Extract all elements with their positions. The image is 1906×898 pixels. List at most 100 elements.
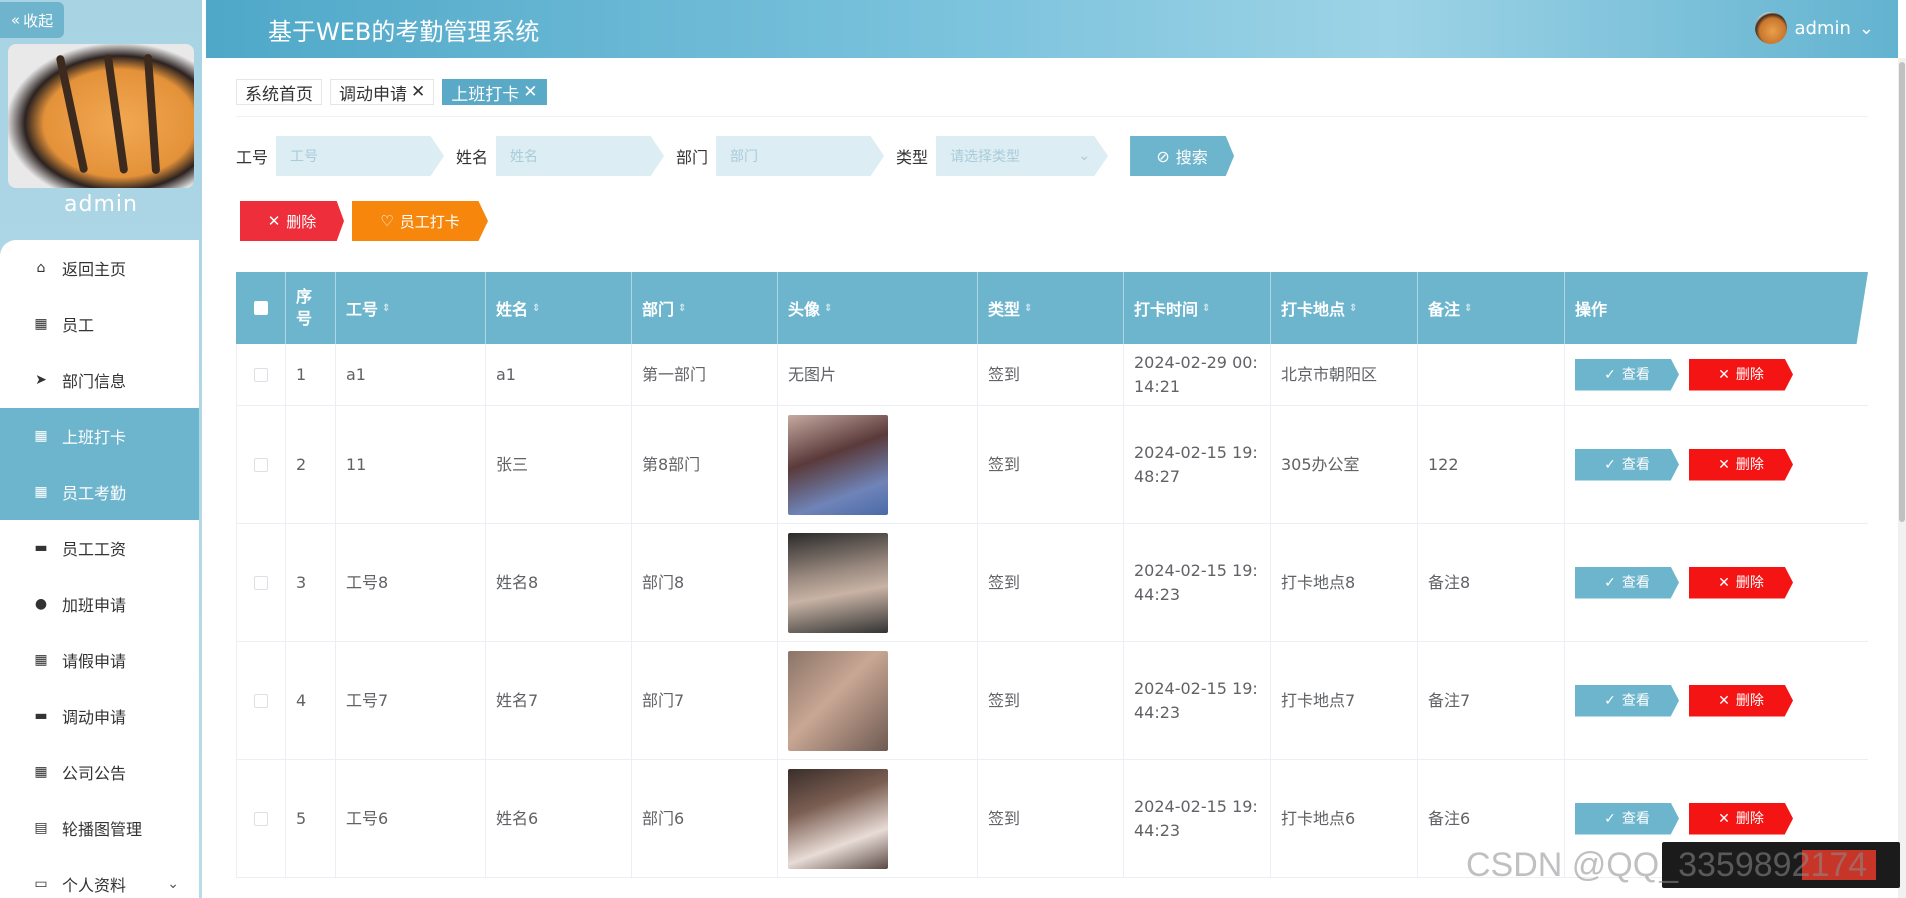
user-menu[interactable]: admin ⌄ bbox=[1754, 12, 1874, 44]
input-placeholder: 工号 bbox=[290, 149, 319, 165]
user-name: admin bbox=[1794, 17, 1851, 39]
col-time[interactable]: 打卡时间 ⇕ bbox=[1124, 272, 1271, 344]
view-button[interactable]: ✓ 查看 bbox=[1575, 448, 1679, 481]
time-text: 2024-02-15 19:44:23 bbox=[1134, 796, 1258, 840]
sort-icon[interactable]: ⇕ bbox=[1202, 303, 1210, 314]
row-checkbox[interactable] bbox=[254, 457, 268, 472]
sidebar-item-overtime[interactable]: ● 加班申请 bbox=[0, 576, 199, 632]
tab-divider bbox=[236, 116, 1868, 117]
close-icon: ✕ bbox=[1718, 692, 1730, 709]
sort-icon[interactable]: ⇕ bbox=[1464, 303, 1472, 314]
col-id[interactable]: 工号 ⇕ bbox=[336, 272, 486, 344]
cell-type: 签到 bbox=[978, 760, 1124, 877]
sidebar-item-label: 个人资料 bbox=[62, 876, 127, 895]
delete-button[interactable]: ✕ 删除 bbox=[1689, 448, 1793, 481]
cell-name: 姓名8 bbox=[486, 524, 632, 641]
close-icon[interactable]: ✕ bbox=[411, 82, 425, 102]
close-icon: ✕ bbox=[1718, 456, 1730, 473]
top-header: 基于WEB的考勤管理系统 admin ⌄ bbox=[206, 0, 1898, 58]
sidebar-item-carousel[interactable]: ▤ 轮播图管理 bbox=[0, 800, 199, 856]
select-all-checkbox[interactable] bbox=[253, 301, 268, 315]
sidebar-item-salary[interactable]: ▬ 员工工资 bbox=[0, 520, 199, 576]
header-label: 头像 bbox=[788, 300, 821, 319]
cell-no: 2 bbox=[286, 406, 336, 523]
col-name[interactable]: 姓名 ⇕ bbox=[486, 272, 632, 344]
sort-icon[interactable]: ⇕ bbox=[1349, 303, 1357, 314]
table-row: 1 a1 a1 第一部门 无图片 签到 2024-02-29 00:14:21 … bbox=[236, 344, 1868, 406]
view-button[interactable]: ✓ 查看 bbox=[1575, 358, 1679, 391]
row-checkbox[interactable] bbox=[254, 367, 268, 382]
employee-clock-in-button[interactable]: ♡ 员工打卡 bbox=[352, 201, 488, 241]
header-label: 姓名 bbox=[496, 300, 529, 319]
sidebar-item-label: 部门信息 bbox=[62, 372, 127, 391]
header-label: 打卡地点 bbox=[1281, 300, 1346, 319]
sidebar-item-clock-in[interactable]: ▦ 上班打卡 bbox=[0, 408, 199, 464]
id-search-input[interactable]: 工号 bbox=[276, 136, 445, 176]
sidebar-item-employee[interactable]: ▦ 员工 bbox=[0, 296, 199, 352]
delete-button[interactable]: ✕ 删除 bbox=[1689, 802, 1793, 835]
row-checkbox[interactable] bbox=[254, 575, 268, 590]
check-icon: ✓ bbox=[1604, 366, 1616, 383]
view-button[interactable]: ✓ 查看 bbox=[1575, 684, 1679, 717]
close-icon: ✕ bbox=[1718, 810, 1730, 827]
tab-clock-in[interactable]: 上班打卡 ✕ bbox=[442, 79, 547, 105]
button-label: 查看 bbox=[1621, 366, 1650, 383]
sidebar-item-profile[interactable]: ▭ 个人资料 ⌄ bbox=[0, 856, 199, 898]
col-place[interactable]: 打卡地点 ⇕ bbox=[1271, 272, 1418, 344]
delete-button[interactable]: ✕ 删除 bbox=[1689, 684, 1793, 717]
input-placeholder: 姓名 bbox=[510, 149, 539, 165]
cell-photo bbox=[778, 524, 978, 641]
time-text: 2024-02-15 19:48:27 bbox=[1134, 442, 1258, 486]
select-placeholder: 请选择类型 bbox=[950, 149, 1021, 165]
cell-dept: 第一部门 bbox=[632, 344, 778, 405]
close-icon: ✕ bbox=[1718, 574, 1730, 591]
view-button[interactable]: ✓ 查看 bbox=[1575, 566, 1679, 599]
col-dept[interactable]: 部门 ⇕ bbox=[632, 272, 778, 344]
sort-icon[interactable]: ⇕ bbox=[678, 303, 686, 314]
delete-button[interactable]: ✕ 删除 bbox=[1689, 566, 1793, 599]
row-checkbox[interactable] bbox=[254, 693, 268, 708]
sidebar-item-leave[interactable]: ▦ 请假申请 bbox=[0, 632, 199, 688]
header-label: 部门 bbox=[642, 300, 675, 319]
close-icon[interactable]: ✕ bbox=[523, 82, 537, 102]
sidebar-item-transfer[interactable]: ▬ 调动申请 bbox=[0, 688, 199, 744]
close-icon: ✕ bbox=[267, 212, 281, 230]
grid-icon: ▦ bbox=[34, 316, 48, 332]
sort-icon[interactable]: ⇕ bbox=[532, 303, 540, 314]
sidebar-item-department[interactable]: ➤ 部门信息 bbox=[0, 352, 199, 408]
cell-no: 3 bbox=[286, 524, 336, 641]
dept-search-input[interactable]: 部门 bbox=[716, 136, 885, 176]
view-button[interactable]: ✓ 查看 bbox=[1575, 802, 1679, 835]
tab-transfer[interactable]: 调动申请 ✕ bbox=[330, 79, 435, 105]
col-note[interactable]: 备注 ⇕ bbox=[1418, 272, 1565, 344]
table-header: 序号 工号 ⇕ 姓名 ⇕ 部门 ⇕ 头像 ⇕ 类型 ⇕ 打卡时间 ⇕ 打卡地点 ⇕ 备注 ⇕ 操… bbox=[236, 272, 1868, 344]
time-text: 2024-02-29 00:14:21 bbox=[1134, 352, 1258, 396]
col-type[interactable]: 类型 ⇕ bbox=[978, 272, 1124, 344]
select-all-header bbox=[236, 272, 286, 344]
type-select[interactable]: 请选择类型 ⌄ bbox=[936, 136, 1109, 176]
sort-icon[interactable]: ⇕ bbox=[382, 303, 390, 314]
cell-dept: 第8部门 bbox=[632, 406, 778, 523]
tab-home[interactable]: 系统首页 bbox=[236, 79, 322, 105]
cell-time: 2024-02-15 19:44:23 bbox=[1124, 642, 1271, 759]
cell-type: 签到 bbox=[978, 406, 1124, 523]
heart-icon: ♡ bbox=[380, 212, 394, 230]
name-search-input[interactable]: 姓名 bbox=[496, 136, 665, 176]
row-checkbox[interactable] bbox=[254, 811, 268, 826]
search-button[interactable]: ⊘ 搜索 bbox=[1130, 136, 1235, 176]
sort-icon[interactable]: ⇕ bbox=[824, 303, 832, 314]
delete-button[interactable]: ✕ 删除 bbox=[1689, 358, 1793, 391]
sort-icon[interactable]: ⇕ bbox=[1024, 303, 1032, 314]
employee-photo bbox=[788, 532, 888, 633]
double-chevron-left-icon: « bbox=[10, 11, 21, 29]
sidebar-item-attendance[interactable]: ▦ 员工考勤 bbox=[0, 464, 199, 520]
scrollbar-thumb[interactable] bbox=[1899, 62, 1905, 522]
cell-note: 122 bbox=[1418, 406, 1565, 523]
cell-time: 2024-02-15 19:44:23 bbox=[1124, 760, 1271, 877]
batch-delete-button[interactable]: ✕ 删除 bbox=[240, 201, 344, 241]
sidebar-item-notice[interactable]: ▦ 公司公告 bbox=[0, 744, 199, 800]
collapse-button[interactable]: « 收起 bbox=[0, 2, 64, 38]
sidebar-item-home[interactable]: ⌂ 返回主页 bbox=[0, 240, 199, 296]
sidebar-item-label: 返回主页 bbox=[62, 260, 127, 279]
col-photo[interactable]: 头像 ⇕ bbox=[778, 272, 978, 344]
